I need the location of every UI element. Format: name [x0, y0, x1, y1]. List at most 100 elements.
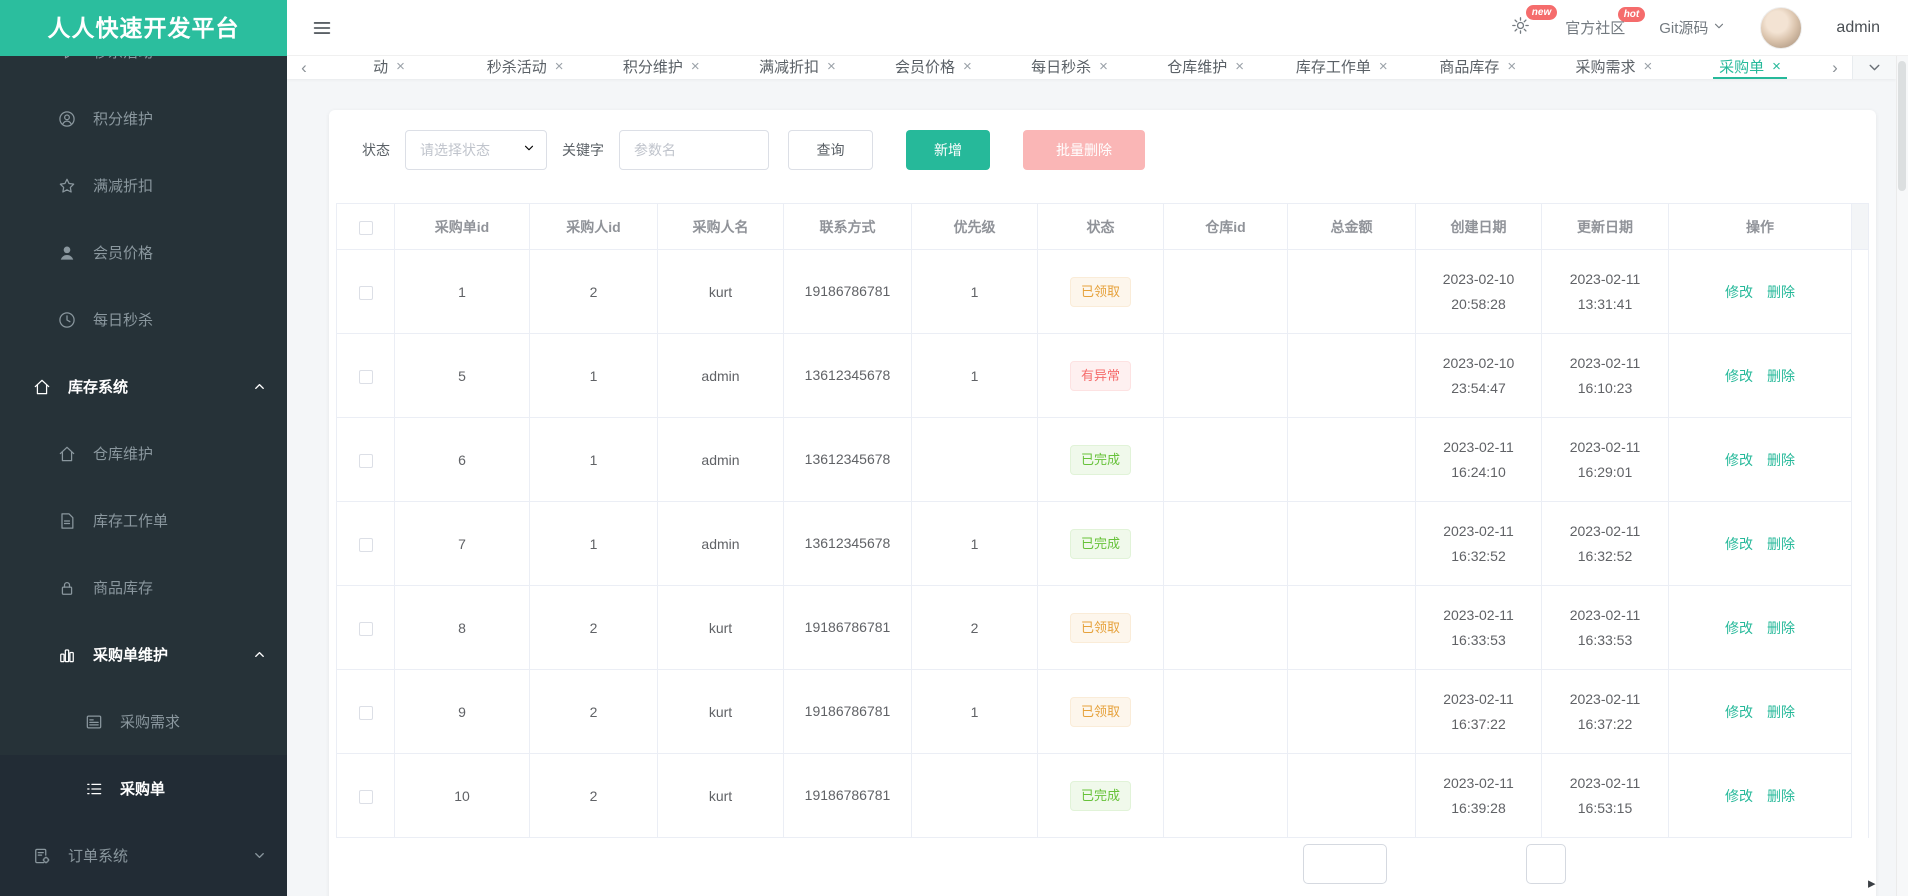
tab-close-icon[interactable]: ×: [1772, 59, 1781, 74]
status-badge: 已领取: [1069, 696, 1131, 727]
tab-close-icon[interactable]: ×: [691, 59, 700, 74]
sidebar-item-用户系统[interactable]: 用户系统: [0, 889, 287, 896]
chevron-down-icon: [1712, 19, 1726, 37]
phone-value: 19186786781: [804, 702, 891, 719]
tab-close-icon[interactable]: ×: [396, 59, 405, 74]
row-checkbox[interactable]: [358, 285, 373, 300]
sidebar-item-库存工作单[interactable]: 库存工作单: [0, 487, 287, 554]
sidebar-item-积分维护[interactable]: 积分维护: [0, 85, 287, 152]
sidebar-item-商品库存[interactable]: 商品库存: [0, 554, 287, 621]
pagination-size-select[interactable]: [1303, 844, 1387, 884]
pagination-jump-input[interactable]: [1526, 844, 1566, 884]
delete-link[interactable]: 删除: [1767, 452, 1795, 468]
cell-status: 已领取: [1037, 669, 1164, 754]
sidebar-item-label: 积分维护: [93, 111, 154, 128]
tab-采购单[interactable]: 采购单 ×: [1682, 56, 1818, 79]
cell-phone: 13612345678: [783, 501, 912, 586]
purchase-orders-table: 采购单id 采购人id 采购人名 联系方式 优先级 状态 仓库id 总金额 创建日期 更新日期 操作…: [336, 203, 1869, 838]
avatar[interactable]: [1760, 6, 1803, 49]
edit-link[interactable]: 修改: [1725, 284, 1753, 300]
delete-link[interactable]: 删除: [1767, 536, 1795, 552]
tab-商品库存[interactable]: 商品库存 ×: [1410, 56, 1546, 79]
tab-积分维护[interactable]: 积分维护 ×: [593, 56, 729, 79]
delete-link[interactable]: 删除: [1767, 788, 1795, 804]
status-select[interactable]: 请选择状态: [405, 130, 547, 170]
cell-purchase-id: 5: [394, 333, 530, 418]
sidebar-item-采购需求[interactable]: 采购需求: [0, 688, 287, 755]
edit-link[interactable]: 修改: [1725, 368, 1753, 384]
edit-link[interactable]: 修改: [1725, 452, 1753, 468]
username[interactable]: admin: [1836, 19, 1880, 37]
sidebar-item-会员价格[interactable]: 会员价格: [0, 219, 287, 286]
tabs-scroll-left-icon[interactable]: ‹: [287, 56, 321, 79]
tab-采购需求[interactable]: 采购需求 ×: [1546, 56, 1682, 79]
tab-库存工作单[interactable]: 库存工作单 ×: [1274, 56, 1410, 79]
app-logo[interactable]: 人人快速开发平台: [0, 0, 287, 56]
phone-value: 19186786781: [804, 786, 891, 803]
cell-checkbox: [336, 333, 395, 418]
edit-link[interactable]: 修改: [1725, 788, 1753, 804]
tab-会员价格[interactable]: 会员价格 ×: [865, 56, 1001, 79]
edit-link[interactable]: 修改: [1725, 620, 1753, 636]
tab-close-icon[interactable]: ×: [1379, 59, 1388, 74]
tab-动[interactable]: 动 ×: [321, 56, 457, 79]
vertical-scrollbar[interactable]: [1896, 56, 1908, 896]
git-source-link[interactable]: Git源码: [1659, 17, 1726, 38]
phone-value: 13612345678: [804, 450, 891, 467]
edit-link[interactable]: 修改: [1725, 536, 1753, 552]
tab-close-icon[interactable]: ×: [827, 59, 836, 74]
row-checkbox[interactable]: [358, 621, 373, 636]
sidebar-item-采购单维护[interactable]: 采购单维护: [0, 621, 287, 688]
delete-link[interactable]: 删除: [1767, 368, 1795, 384]
scrollbar-thumb[interactable]: [1898, 61, 1906, 191]
settings-gear-icon[interactable]: new: [1510, 5, 1558, 40]
cell-warehouse-id: [1163, 249, 1288, 334]
sidebar-item-订单系统[interactable]: 订单系统: [0, 822, 287, 889]
cell-purchase-id: 6: [394, 417, 530, 502]
edit-link[interactable]: 修改: [1725, 704, 1753, 720]
cell-buyer-name: kurt: [657, 249, 784, 334]
column-header-总金额: 总金额: [1287, 203, 1416, 250]
tab-每日秒杀[interactable]: 每日秒杀 ×: [1001, 56, 1137, 79]
tab-close-icon[interactable]: ×: [1507, 59, 1516, 74]
tabs-scroll-right-icon[interactable]: ›: [1818, 56, 1852, 79]
select-all-checkbox[interactable]: [358, 220, 373, 235]
hot-badge: hot: [1617, 7, 1646, 22]
cell-warehouse-id: [1163, 417, 1288, 502]
sidebar-item-满减折扣[interactable]: 满减折扣: [0, 152, 287, 219]
official-community-link[interactable]: 官方社区 hot: [1565, 7, 1646, 38]
filter-bar: 状态 请选择状态 关键字 查询 新增 批量删除: [362, 130, 1869, 170]
row-checkbox[interactable]: [358, 537, 373, 552]
sidebar-item-采购单[interactable]: 采购单: [0, 755, 287, 822]
search-button[interactable]: 查询: [788, 130, 873, 170]
sidebar-item-库存系统[interactable]: 库存系统: [0, 353, 287, 420]
delete-link[interactable]: 删除: [1767, 620, 1795, 636]
sidebar-item-仓库维护[interactable]: 仓库维护: [0, 420, 287, 487]
cell-amount: [1287, 501, 1416, 586]
batch-delete-button[interactable]: 批量删除: [1023, 130, 1145, 170]
delete-link[interactable]: 删除: [1767, 704, 1795, 720]
tab-秒杀活动[interactable]: 秒杀活动 ×: [457, 56, 593, 79]
sidebar-item-秒杀活动[interactable]: 秒杀活动: [0, 56, 287, 85]
row-checkbox[interactable]: [358, 789, 373, 804]
delete-link[interactable]: 删除: [1767, 284, 1795, 300]
keyword-input[interactable]: [619, 130, 769, 170]
table-row: 9 2 kurt 19186786781 1 已领取 2023-02-11 16:37:22 2…: [336, 669, 1869, 754]
tab-close-icon[interactable]: ×: [963, 59, 972, 74]
sidebar-item-label: 会员价格: [93, 245, 154, 262]
tab-close-icon[interactable]: ×: [1099, 59, 1108, 74]
tab-close-icon[interactable]: ×: [1235, 59, 1244, 74]
tab-close-icon[interactable]: ×: [1644, 59, 1653, 74]
table-row: 6 1 admin 13612345678 已完成 2023-02-11 16:24:10 2…: [336, 417, 1869, 502]
row-checkbox[interactable]: [358, 705, 373, 720]
new-badge: new: [1525, 5, 1558, 20]
tab-close-icon[interactable]: ×: [555, 59, 564, 74]
add-button[interactable]: 新增: [906, 130, 990, 170]
hamburger-menu-icon[interactable]: [311, 17, 333, 39]
tab-满减折扣[interactable]: 满减折扣 ×: [729, 56, 865, 79]
tabs-more-dropdown[interactable]: [1852, 56, 1896, 79]
row-checkbox[interactable]: [358, 453, 373, 468]
tab-仓库维护[interactable]: 仓库维护 ×: [1138, 56, 1274, 79]
row-checkbox[interactable]: [358, 369, 373, 384]
sidebar-item-每日秒杀[interactable]: 每日秒杀: [0, 286, 287, 353]
